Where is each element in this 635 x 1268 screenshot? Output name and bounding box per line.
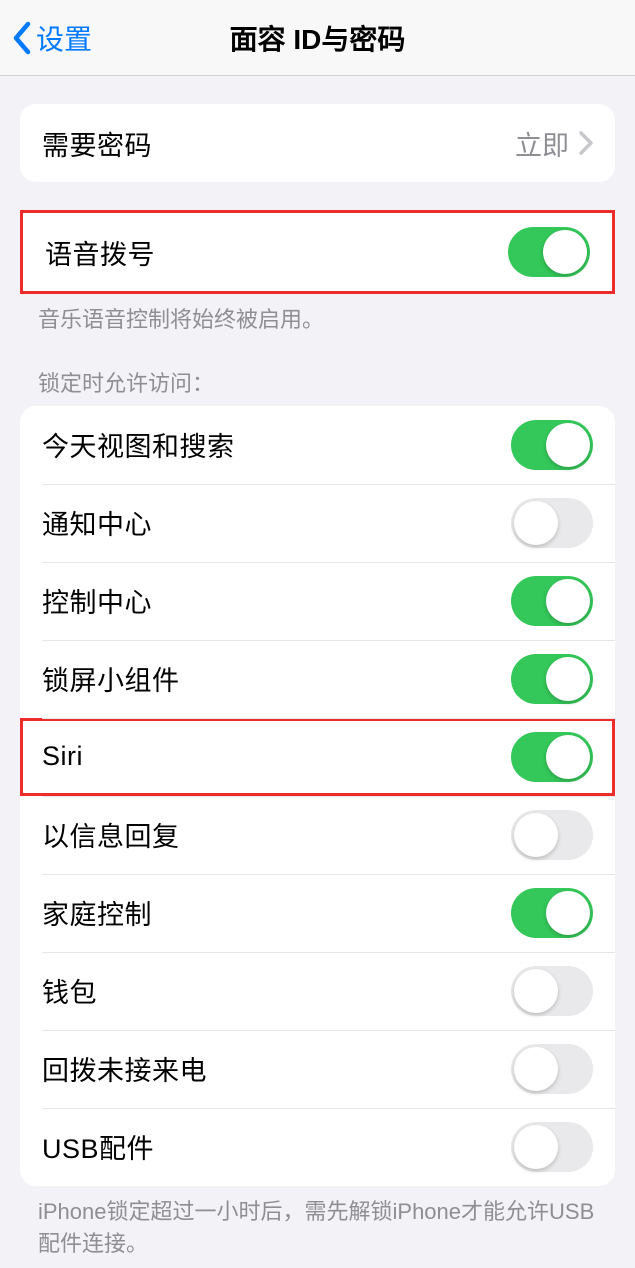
lock-access-item-label: 锁屏小组件: [42, 659, 180, 698]
page-title: 面容 ID与密码: [230, 18, 406, 58]
back-label: 设置: [36, 18, 92, 58]
lock-access-item-label: 钱包: [42, 971, 97, 1010]
lock-access-footer: iPhone锁定超过一小时后，需先解锁iPhone才能允许USB 配件连接。: [38, 1196, 597, 1260]
lock-access-row: 家庭控制: [20, 874, 615, 952]
lock-access-item-label: 控制中心: [42, 581, 152, 620]
lock-access-item-label: 家庭控制: [42, 893, 152, 932]
lock-access-header: 锁定时允许访问：: [38, 366, 597, 398]
lock-access-item-toggle[interactable]: [511, 1044, 593, 1094]
require-passcode-row[interactable]: 需要密码 立即: [20, 104, 615, 182]
lock-access-item-label: 以信息回复: [42, 815, 180, 854]
lock-access-row: 钱包: [20, 952, 615, 1030]
lock-access-row: 回拨未接来电: [20, 1030, 615, 1108]
lock-access-row: 锁屏小组件: [20, 640, 615, 718]
voice-dial-label: 语音拨号: [45, 233, 155, 272]
require-passcode-label: 需要密码: [42, 124, 152, 163]
lock-access-row: 今天视图和搜索: [20, 406, 615, 484]
voice-dial-group: 语音拨号: [20, 210, 615, 294]
lock-access-item-label: 今天视图和搜索: [42, 425, 235, 464]
voice-dial-row: 语音拨号: [23, 213, 612, 291]
lock-access-group: 今天视图和搜索通知中心控制中心锁屏小组件 Siri 以信息回复家庭控制钱包回拨未接来…: [20, 406, 615, 1186]
navigation-bar: 设置 面容 ID与密码: [0, 0, 635, 76]
lock-access-row: USB配件: [20, 1108, 615, 1186]
lock-access-item-toggle[interactable]: [511, 732, 593, 782]
lock-access-item-toggle[interactable]: [511, 966, 593, 1016]
back-chevron-icon: [10, 20, 32, 56]
lock-access-item-label: 回拨未接来电: [42, 1049, 207, 1088]
lock-access-item-toggle[interactable]: [511, 420, 593, 470]
lock-access-row: Siri: [20, 718, 615, 796]
lock-access-item-label: USB配件: [42, 1127, 154, 1166]
lock-access-row: 通知中心: [20, 484, 615, 562]
content-scroll[interactable]: 需要密码 立即 语音拨号 音乐语音控制将始终被启用。 锁定时允许访问： 今天视图…: [0, 104, 635, 1268]
lock-access-item-toggle[interactable]: [511, 498, 593, 548]
lock-access-item-toggle[interactable]: [511, 654, 593, 704]
chevron-right-icon: [579, 131, 593, 155]
lock-access-item-toggle[interactable]: [511, 576, 593, 626]
lock-access-item-label: 通知中心: [42, 503, 152, 542]
require-passcode-value: 立即: [515, 124, 569, 163]
lock-access-item-toggle[interactable]: [511, 1122, 593, 1172]
require-passcode-group: 需要密码 立即: [20, 104, 615, 182]
voice-dial-footer: 音乐语音控制将始终被启用。: [38, 304, 597, 336]
lock-access-row: 控制中心: [20, 562, 615, 640]
back-button[interactable]: 设置: [10, 18, 92, 58]
lock-access-item-toggle[interactable]: [511, 888, 593, 938]
voice-dial-toggle[interactable]: [508, 227, 590, 277]
lock-access-item-toggle[interactable]: [511, 810, 593, 860]
lock-access-item-label: Siri: [42, 741, 83, 772]
lock-access-row: 以信息回复: [20, 796, 615, 874]
